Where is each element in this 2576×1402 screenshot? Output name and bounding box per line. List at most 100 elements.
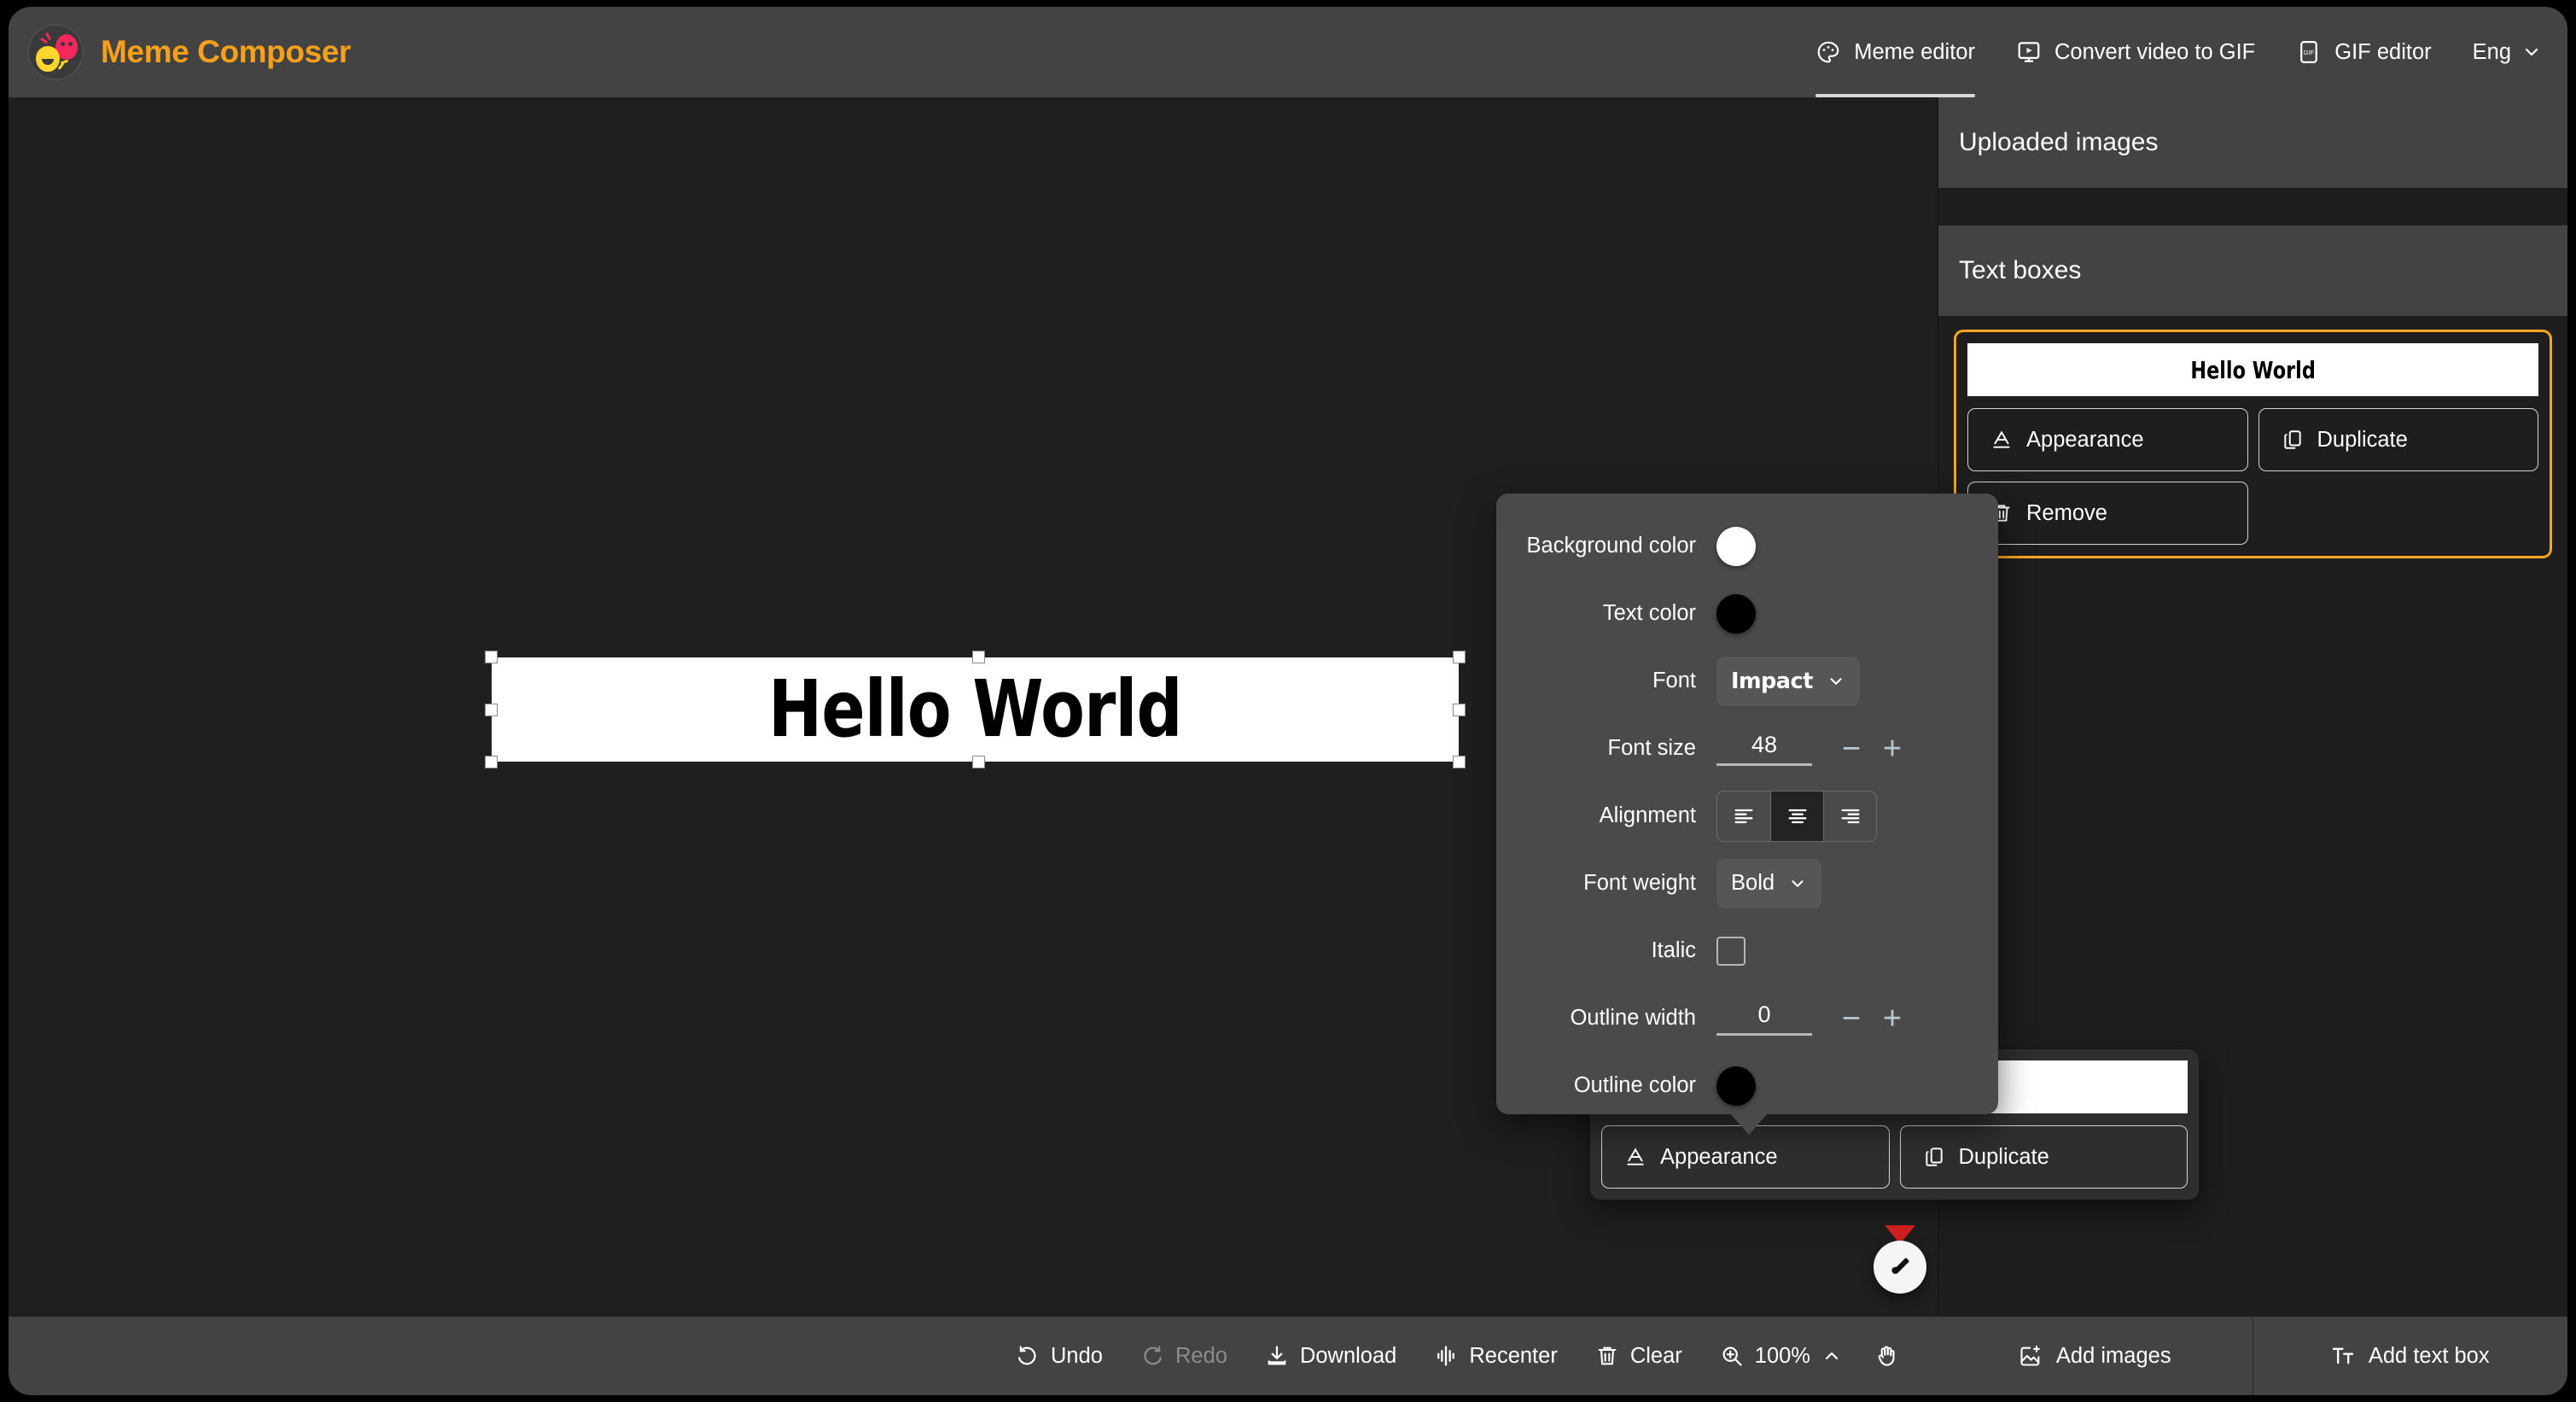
pan-tool-button[interactable] [1861,1335,1914,1377]
resize-handle-bottom-left[interactable] [485,756,498,768]
row-font-weight: Font weight Bold [1515,850,1962,917]
row-label: Font weight [1515,871,1716,896]
row-label: Italic [1515,938,1716,963]
tab-meme-editor[interactable]: Meme editor [1795,7,1996,97]
align-right-button[interactable] [1823,792,1876,841]
meme-masks-logo-icon [27,24,84,80]
tab-gif-editor[interactable]: GIF GIF editor [2276,7,2451,97]
redo-button[interactable]: Redo [1122,1335,1246,1377]
font-value: Impact [1731,669,1813,694]
redo-label: Redo [1175,1344,1227,1369]
font-size-increment-button[interactable]: + [1872,733,1913,765]
italic-checkbox[interactable] [1716,937,1746,966]
canvas-toolbar: Undo Redo Download Recenter Clear [9,1317,1938,1395]
button-label: Remove [2026,501,2107,526]
align-left-button[interactable] [1717,792,1770,841]
chevron-down-icon [1827,672,1845,691]
download-label: Download [1300,1344,1396,1369]
resize-handle-bottom-center[interactable] [972,756,985,768]
brush-fab-button[interactable] [1874,1241,1926,1294]
background-color-swatch[interactable] [1716,527,1756,566]
font-weight-value: Bold [1731,871,1775,896]
zoom-level-label: 100% [1755,1344,1810,1369]
font-size-input[interactable]: 48 [1716,732,1812,766]
button-label: Add text box [2369,1344,2490,1369]
row-label: Font size [1515,736,1716,761]
app-root: Meme Composer Meme editor [0,0,2576,1402]
tab-label: Meme editor [1854,40,1975,65]
row-label: Alignment [1515,803,1716,828]
row-font-size: Font size 48 − + [1515,715,1962,782]
canvas-text-box[interactable]: Hello World [492,657,1459,762]
row-outline-width: Outline width 0 − + [1515,984,1962,1052]
canvas-text-content: Hello World [768,670,1182,749]
recenter-button[interactable]: Recenter [1415,1335,1576,1377]
button-label: Duplicate [2317,428,2408,453]
font-size-decrement-button[interactable]: − [1831,733,1872,765]
chevron-up-icon [1821,1346,1842,1366]
tab-label: Convert video to GIF [2054,40,2255,65]
zoom-in-icon [1720,1344,1744,1368]
duplicate-icon [2282,429,2304,451]
gif-phone-icon: GIF [2296,39,2322,65]
sidebar-footer: Add images Add text box [1938,1317,2567,1395]
chevron-down-icon [2521,42,2542,62]
appearance-popover: Background color Text color Font Impact [1496,494,1998,1114]
language-selector[interactable]: Eng [2452,7,2567,97]
text-box-actions: Appearance Duplicate Remove [1967,408,2538,545]
trash-icon [1595,1344,1619,1368]
resize-handle-top-left[interactable] [485,651,498,663]
align-left-icon [1732,804,1756,828]
text-color-swatch[interactable] [1716,594,1756,634]
remove-button[interactable]: Remove [1967,482,2248,545]
undo-button[interactable]: Undo [997,1335,1122,1377]
align-center-icon [1786,804,1810,828]
svg-text:GIF: GIF [2304,49,2315,56]
uploaded-images-empty-area [1938,188,2567,225]
tab-convert-video-to-gif[interactable]: Convert video to GIF [1996,7,2276,97]
font-weight-select[interactable]: Bold [1716,859,1821,908]
resize-handle-top-center[interactable] [972,651,985,663]
button-label: Add images [2056,1344,2171,1369]
row-label: Font [1515,669,1716,693]
row-italic: Italic [1515,917,1962,984]
recenter-icon [1434,1344,1458,1368]
appearance-button[interactable]: Appearance [1601,1125,1890,1189]
recenter-label: Recenter [1469,1344,1557,1369]
add-text-icon [2331,1344,2355,1368]
add-images-button[interactable]: Add images [1938,1317,2253,1395]
tab-label: GIF editor [2334,40,2431,65]
app-title: Meme Composer [101,34,351,70]
outline-color-swatch[interactable] [1716,1066,1756,1106]
row-alignment: Alignment [1515,782,1962,850]
clear-button[interactable]: Clear [1576,1335,1701,1377]
main-nav: Meme editor Convert video to GIF GIF [1795,7,2567,97]
align-right-icon [1839,804,1862,828]
duplicate-button[interactable]: Duplicate [2258,408,2539,471]
zoom-level-button[interactable]: 100% [1701,1335,1861,1377]
text-box-card-selected[interactable]: Hello World Appearance Duplicate [1954,330,2552,558]
resize-handle-middle-left[interactable] [485,704,498,716]
add-text-box-button[interactable]: Add text box [2253,1317,2568,1395]
app-window: Meme Composer Meme editor [9,7,2567,1395]
section-title: Text boxes [1959,256,2081,285]
undo-label: Undo [1051,1344,1103,1369]
outline-width-input[interactable]: 0 [1716,1002,1812,1036]
font-select[interactable]: Impact [1716,657,1860,706]
download-button[interactable]: Download [1246,1335,1415,1377]
resize-handle-bottom-right[interactable] [1453,756,1466,768]
row-label: Text color [1515,601,1716,626]
align-center-button[interactable] [1770,792,1823,841]
outline-width-increment-button[interactable]: + [1872,1002,1913,1035]
row-label: Outline color [1515,1073,1716,1098]
resize-handle-top-right[interactable] [1453,651,1466,663]
paintbrush-icon [1887,1254,1913,1280]
text-box-preview: Hello World [1967,343,2538,396]
resize-handle-middle-right[interactable] [1453,704,1466,716]
duplicate-button[interactable]: Duplicate [1900,1125,2188,1189]
download-icon [1265,1344,1289,1368]
redo-icon [1140,1344,1164,1368]
outline-width-decrement-button[interactable]: − [1831,1002,1872,1035]
appearance-button[interactable]: Appearance [1967,408,2248,471]
section-title: Uploaded images [1959,128,2158,157]
